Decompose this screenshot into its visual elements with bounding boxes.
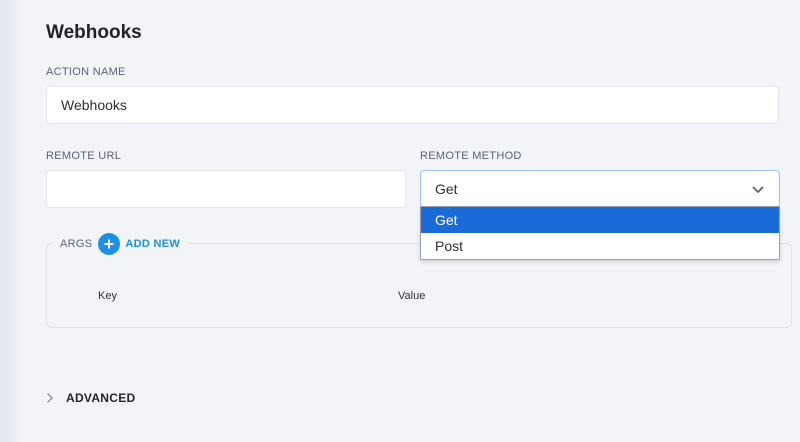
advanced-label: ADVANCED bbox=[66, 391, 136, 405]
plus-icon bbox=[98, 233, 121, 255]
dropdown-option-get[interactable]: Get bbox=[421, 207, 779, 233]
action-name-input[interactable]: Webhooks bbox=[46, 86, 779, 124]
add-new-label: ADD NEW bbox=[125, 238, 181, 250]
action-name-label: ACTION NAME bbox=[46, 66, 126, 78]
dropdown-option-post[interactable]: Post bbox=[421, 233, 779, 259]
chevron-right-icon bbox=[47, 393, 53, 403]
remote-method-select[interactable]: Get bbox=[420, 170, 780, 208]
chevron-down-icon bbox=[752, 186, 764, 194]
advanced-toggle[interactable]: ADVANCED bbox=[46, 391, 136, 405]
add-new-arg-button[interactable]: ADD NEW bbox=[98, 233, 180, 255]
remote-method-label: REMOTE METHOD bbox=[420, 150, 522, 162]
args-column-key: Key bbox=[98, 290, 117, 302]
action-name-value: Webhooks bbox=[61, 97, 127, 113]
window-edge bbox=[0, 0, 20, 442]
remote-url-label: REMOTE URL bbox=[46, 150, 122, 162]
remote-method-value: Get bbox=[435, 181, 458, 197]
args-column-value: Value bbox=[398, 290, 426, 302]
remote-method-dropdown: Get Post bbox=[420, 206, 780, 260]
args-label: ARGS bbox=[60, 238, 93, 250]
page-title: Webhooks bbox=[46, 22, 142, 43]
args-legend: ARGS ADD NEW bbox=[52, 232, 189, 256]
remote-url-input[interactable] bbox=[46, 170, 406, 208]
